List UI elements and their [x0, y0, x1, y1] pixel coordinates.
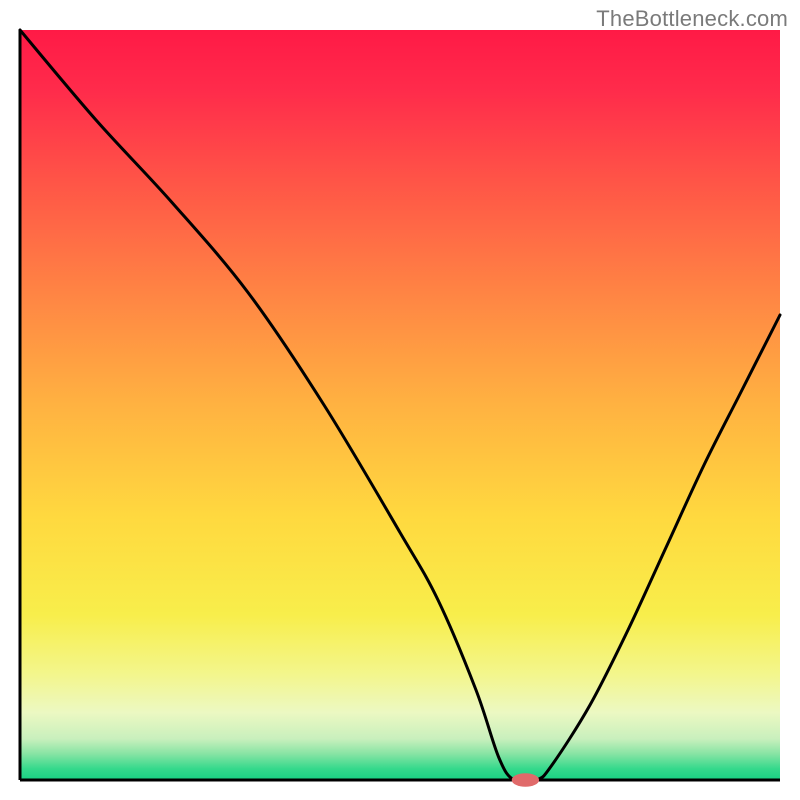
- bottleneck-chart: [0, 0, 800, 800]
- watermark-text: TheBottleneck.com: [596, 6, 788, 32]
- plot-background: [20, 30, 780, 780]
- chart-container: { "watermark": "TheBottleneck.com", "cha…: [0, 0, 800, 800]
- optimal-marker: [512, 773, 539, 787]
